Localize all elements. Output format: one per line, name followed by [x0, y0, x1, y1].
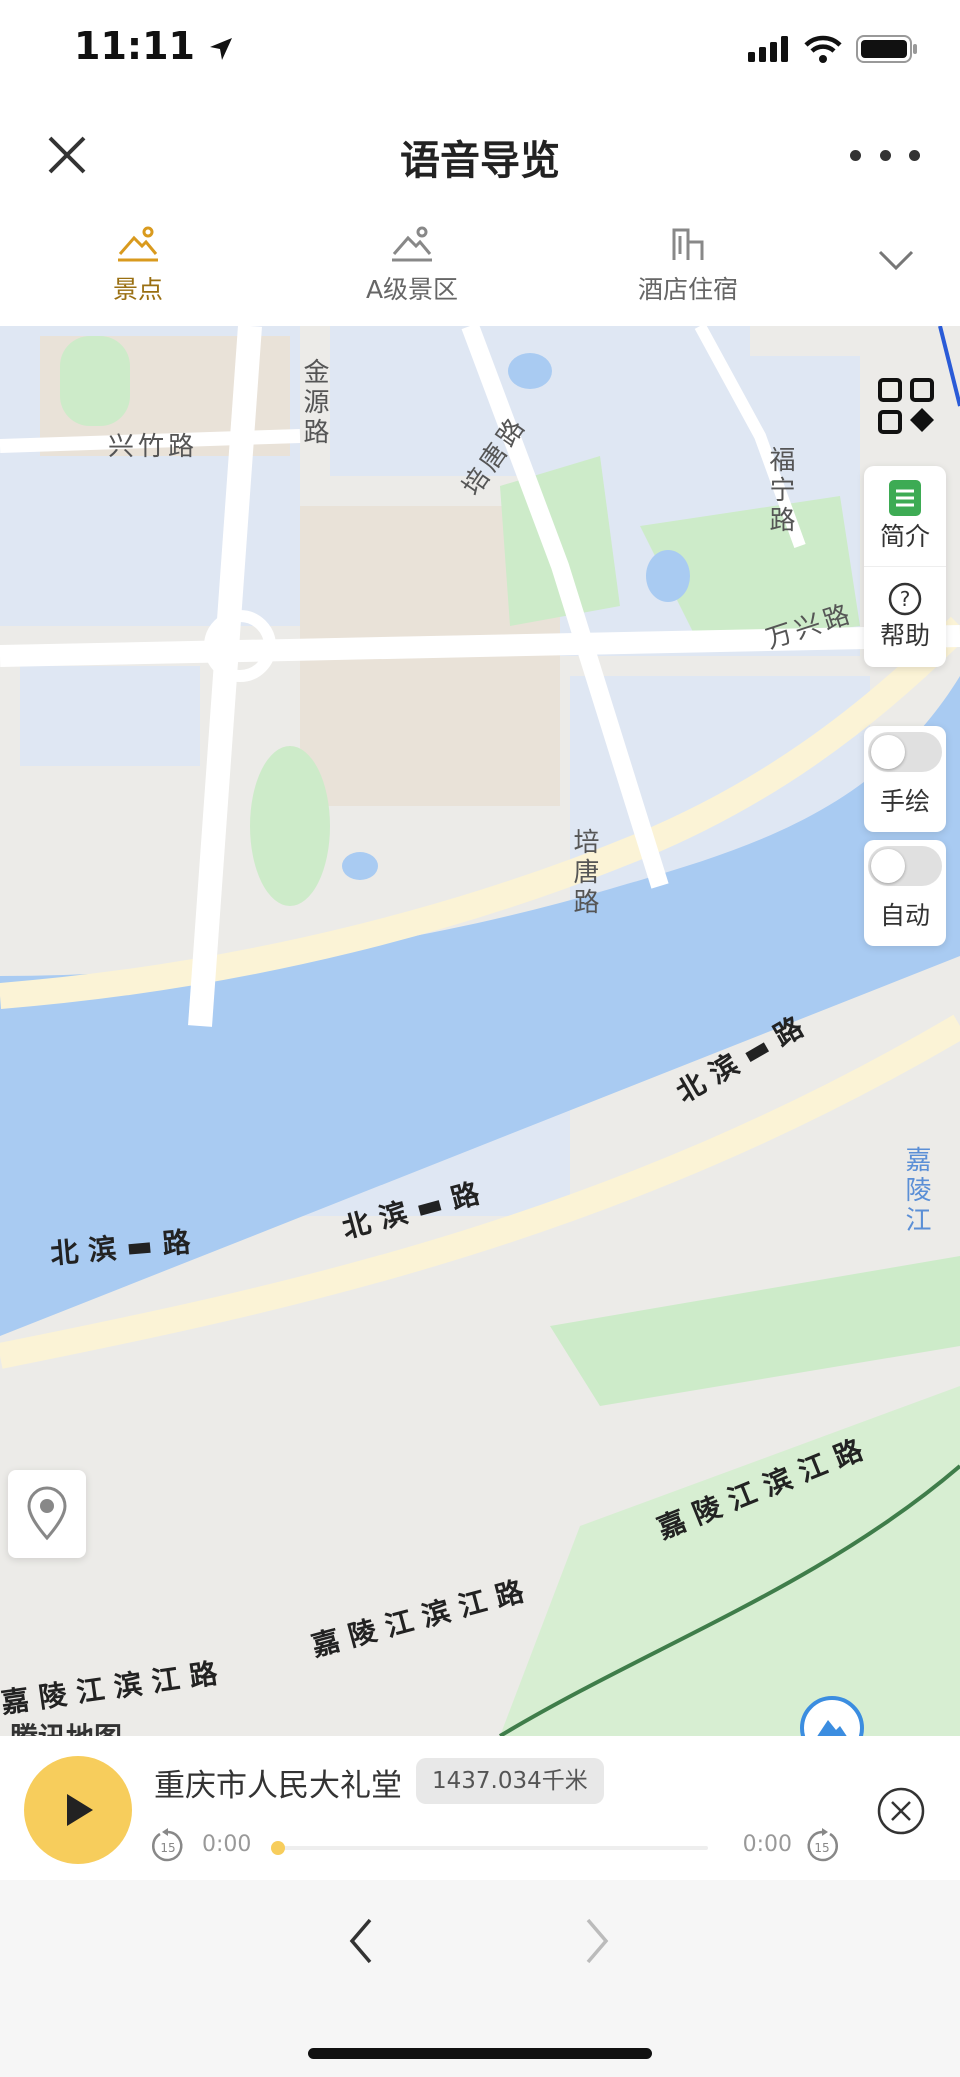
mountain-sun-icon	[118, 226, 158, 262]
forward-arrow-icon[interactable]	[582, 1916, 612, 1966]
river-label: 嘉陵江	[901, 1146, 931, 1236]
auto-toggle[interactable]	[868, 846, 942, 886]
progress-bar[interactable]	[271, 1841, 708, 1855]
tab-scenic-spots[interactable]: 景点	[38, 224, 238, 306]
nav-bar: 语音导览	[0, 100, 960, 210]
scenic-marker-icon[interactable]	[800, 1696, 864, 1736]
road-label: 福宁路	[765, 446, 795, 536]
svg-text:15: 15	[814, 1841, 829, 1855]
road-label: 培唐路	[569, 828, 599, 918]
time-end: 0:00	[742, 1832, 792, 1857]
road-label: 兴竹路	[108, 432, 199, 462]
manual-toggle-card: 手绘	[864, 726, 946, 832]
help-label: 帮助	[879, 621, 930, 650]
tab-a-level-areas[interactable]: A级景区	[312, 224, 512, 306]
distance-badge: 1437.034千米	[416, 1758, 604, 1804]
rewind-15-icon[interactable]: 15	[150, 1828, 186, 1864]
playback-row: 15 0:00 0:00 15	[150, 1828, 840, 1868]
help-icon: ?	[888, 582, 922, 616]
manual-toggle[interactable]	[868, 732, 942, 772]
manual-toggle-label: 手绘	[879, 787, 930, 816]
forward-15-icon[interactable]: 15	[804, 1828, 840, 1864]
map-view[interactable]: 兴竹路 金源路 培唐路 福宁路 万兴路 培唐路 北滨▬路 北滨▬路 北滨▬路 嘉…	[0, 326, 960, 1736]
back-arrow-icon[interactable]	[346, 1916, 376, 1966]
road-label: 金源路	[299, 358, 329, 448]
time-start: 0:00	[202, 1832, 252, 1857]
chevron-down-icon[interactable]	[876, 248, 916, 272]
progress-handle[interactable]	[271, 1841, 285, 1855]
page-title: 语音导览	[400, 138, 560, 184]
auto-toggle-card: 自动	[864, 840, 946, 946]
locate-button[interactable]	[8, 1470, 86, 1558]
category-tabs: 景点 A级景区 酒店住宿	[0, 210, 960, 326]
status-time: 11:11	[74, 24, 234, 68]
document-icon	[889, 480, 921, 516]
help-button[interactable]: ? 帮助	[864, 566, 946, 667]
map-provider-logo: 腾讯地图	[10, 1716, 122, 1736]
tab-label: 酒店住宿	[637, 275, 738, 304]
mountain-icon	[392, 226, 432, 262]
bottom-nav-bar	[0, 1880, 960, 2077]
intro-button[interactable]: 简介	[864, 466, 946, 566]
home-indicator	[308, 2048, 652, 2059]
svg-text:?: ?	[900, 587, 911, 611]
location-arrow-icon	[210, 37, 233, 60]
battery-icon	[856, 35, 917, 63]
svg-text:15: 15	[160, 1841, 175, 1855]
play-icon	[67, 1794, 93, 1826]
wifi-icon	[804, 35, 842, 63]
auto-toggle-label: 自动	[879, 901, 930, 930]
map-side-panel: 简介 ? 帮助	[864, 466, 946, 667]
tab-label: A级景区	[365, 275, 459, 304]
location-pin-icon	[27, 1486, 67, 1541]
intro-label: 简介	[879, 522, 930, 551]
track-title: 重庆市人民大礼堂	[154, 1768, 402, 1804]
play-button[interactable]	[24, 1756, 132, 1864]
status-bar: 11:11	[0, 0, 960, 100]
tab-hotels[interactable]: 酒店住宿	[588, 224, 788, 306]
cellular-signal-icon	[748, 36, 788, 62]
hotel-icon	[672, 228, 704, 260]
tab-label: 景点	[112, 275, 163, 304]
audio-player: 重庆市人民大礼堂 1437.034千米 15 0:00 0:00 15	[0, 1736, 960, 1880]
close-circle-icon[interactable]	[876, 1786, 926, 1836]
map-layers-icon[interactable]	[876, 376, 938, 438]
more-menu-icon[interactable]	[850, 150, 920, 170]
